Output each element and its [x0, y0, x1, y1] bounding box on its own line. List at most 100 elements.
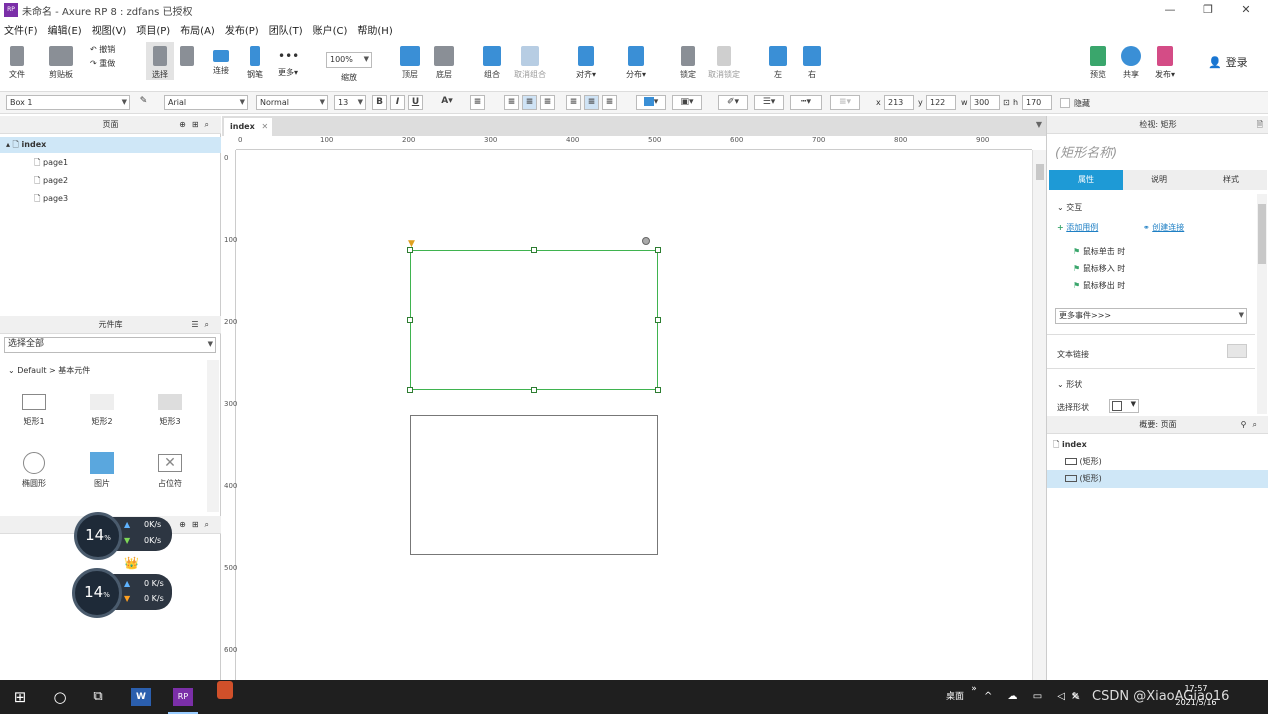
pages-panel-tools-icon[interactable]: ⊕⊞⌕	[179, 116, 215, 134]
distribute-button[interactable]: 分布▾	[620, 42, 652, 80]
line-width-button[interactable]: ☰▾	[754, 95, 784, 110]
redo-button[interactable]: ↷ 重做	[90, 58, 126, 69]
selected-rectangle[interactable]	[410, 250, 658, 390]
notes-icon[interactable]: 🗎	[1257, 116, 1263, 134]
valign-top-button[interactable]: ≡	[566, 95, 581, 110]
h-input[interactable]: 170	[1022, 95, 1052, 110]
tab-properties[interactable]: 属性	[1049, 170, 1123, 190]
italic-button[interactable]: I	[390, 95, 405, 110]
tab-menu-icon[interactable]: ▼	[1036, 120, 1042, 129]
valign-middle-button[interactable]: ≡	[584, 95, 599, 110]
font-style-select[interactable]: Normal ▼	[256, 95, 328, 110]
file-button[interactable]: 文件	[6, 42, 28, 80]
menu-arrange[interactable]: 布局(A)	[180, 22, 215, 37]
select-button[interactable]: 选择	[146, 42, 174, 80]
tab-style[interactable]: 样式	[1195, 170, 1267, 190]
underline-button[interactable]: U	[408, 95, 423, 110]
menu-publish[interactable]: 发布(P)	[225, 22, 259, 37]
search-icon[interactable]: ○	[48, 680, 72, 714]
font-color-button[interactable]: A▾	[432, 95, 462, 110]
more-events-select[interactable]: 更多事件>>> ▼	[1055, 308, 1247, 324]
app-taskbar-icon[interactable]	[210, 680, 240, 714]
widget-placeholder[interactable]: ✕ 占位符	[152, 452, 188, 489]
unlock-button[interactable]: 取消锁定	[704, 42, 744, 80]
library-scrollbar[interactable]	[207, 360, 219, 512]
login-button[interactable]: 👤 登录	[1204, 54, 1252, 70]
publish-button[interactable]: 发布▾	[1150, 42, 1180, 80]
outline-item-selected[interactable]: (矩形)	[1047, 470, 1268, 488]
resize-handle[interactable]	[407, 317, 413, 323]
align-button[interactable]: 对齐▾	[570, 42, 602, 80]
zoom-select[interactable]: 100% ▼	[326, 52, 372, 68]
w-input[interactable]: 300	[970, 95, 1000, 110]
widget-image[interactable]: 图片	[86, 452, 118, 489]
corner-radius-handle[interactable]	[642, 237, 650, 245]
event-click[interactable]: ⚑ 鼠标单击 时	[1073, 246, 1125, 257]
resize-handle[interactable]	[407, 387, 413, 393]
y-input[interactable]: 122	[926, 95, 956, 110]
axure-taskbar-icon[interactable]: RP	[168, 680, 198, 714]
page-item-index[interactable]: ▴ 🗋 index	[0, 137, 221, 153]
event-mouse-leave[interactable]: ⚑ 鼠标移出 时	[1073, 280, 1125, 291]
line-style-button[interactable]: ┅▾	[790, 95, 822, 110]
format-painter-icon[interactable]: ✎	[136, 95, 151, 110]
right-pane-button[interactable]: 右	[800, 42, 824, 80]
masters-tools-icon[interactable]: ⊕⊞⌕	[179, 516, 215, 534]
inspector-scrollbar[interactable]	[1257, 194, 1267, 414]
select-mode-button[interactable]	[176, 42, 198, 69]
left-pane-button[interactable]: 左	[766, 42, 790, 80]
task-view-icon[interactable]: ⧉	[86, 680, 110, 714]
interaction-section[interactable]: ⌄ 交互	[1057, 202, 1082, 213]
menu-team[interactable]: 团队(T)	[269, 22, 303, 37]
font-family-select[interactable]: Arial ▼	[164, 95, 248, 110]
word-taskbar-icon[interactable]: W	[126, 680, 156, 714]
connect-button[interactable]: 连接	[208, 42, 234, 76]
bullet-list-button[interactable]: ≡	[470, 95, 485, 110]
shape-name-select[interactable]: Box 1 ▼	[6, 95, 130, 110]
menu-account[interactable]: 账户(C)	[313, 22, 348, 37]
text-link-button[interactable]	[1227, 344, 1247, 358]
shadow-button[interactable]: ▣▾	[672, 95, 702, 110]
font-size-select[interactable]: 13 ▼	[334, 95, 366, 110]
resize-handle[interactable]	[655, 247, 661, 253]
lock-button[interactable]: 锁定	[674, 42, 702, 80]
maximize-button[interactable]: ❐	[1190, 0, 1226, 20]
create-link-link[interactable]: ⚭ 创建连接	[1143, 222, 1184, 233]
shape-section[interactable]: ⌄ 形状	[1057, 379, 1082, 390]
library-menu-icon[interactable]: ☰⌕	[191, 316, 215, 334]
minimize-button[interactable]: —	[1152, 0, 1188, 20]
fill-color-button[interactable]: ▾	[636, 95, 666, 110]
menu-edit[interactable]: 编辑(E)	[48, 22, 82, 37]
windows-start-icon[interactable]: ⊞	[8, 680, 32, 714]
resize-handle[interactable]	[407, 247, 413, 253]
pen-button[interactable]: 钢笔	[242, 42, 268, 80]
align-right-button[interactable]: ≡	[540, 95, 555, 110]
widget-ellipse[interactable]: 椭圆形	[16, 452, 52, 489]
menu-project[interactable]: 项目(P)	[136, 22, 170, 37]
resize-handle[interactable]	[531, 247, 537, 253]
outline-root[interactable]: 🗋 index	[1053, 439, 1087, 453]
menu-help[interactable]: 帮助(H)	[357, 22, 392, 37]
pen-tray-icon[interactable]: ✎	[1066, 680, 1086, 714]
menu-file[interactable]: 文件(F)	[4, 22, 38, 37]
group-button[interactable]: 组合	[478, 42, 506, 80]
widget-rectangle2[interactable]: 矩形2	[86, 392, 118, 427]
add-case-link[interactable]: + 添加用例	[1057, 222, 1098, 233]
resize-handle[interactable]	[531, 387, 537, 393]
library-group[interactable]: ⌄ Default > 基本元件	[8, 365, 90, 376]
page-item-page1[interactable]: 🗋 page1	[34, 157, 68, 171]
lock-aspect-icon[interactable]: ⊡	[1003, 98, 1010, 107]
x-input[interactable]: 213	[884, 95, 914, 110]
preview-button[interactable]: 预览	[1086, 42, 1110, 80]
hide-checkbox[interactable]	[1060, 98, 1070, 108]
more-button[interactable]: ••• 更多▾	[274, 42, 302, 78]
arrow-style-button[interactable]: ≡▾	[830, 95, 860, 110]
select-shape-button[interactable]: ▼	[1109, 399, 1139, 413]
rectangle-shape[interactable]	[410, 415, 658, 555]
menu-view[interactable]: 视图(V)	[92, 22, 127, 37]
ungroup-button[interactable]: 取消组合	[510, 42, 550, 80]
valign-bottom-button[interactable]: ≡	[602, 95, 617, 110]
chevron-up-icon[interactable]: »	[964, 672, 984, 706]
event-mouse-enter[interactable]: ⚑ 鼠标移入 时	[1073, 263, 1125, 274]
bold-button[interactable]: B	[372, 95, 387, 110]
